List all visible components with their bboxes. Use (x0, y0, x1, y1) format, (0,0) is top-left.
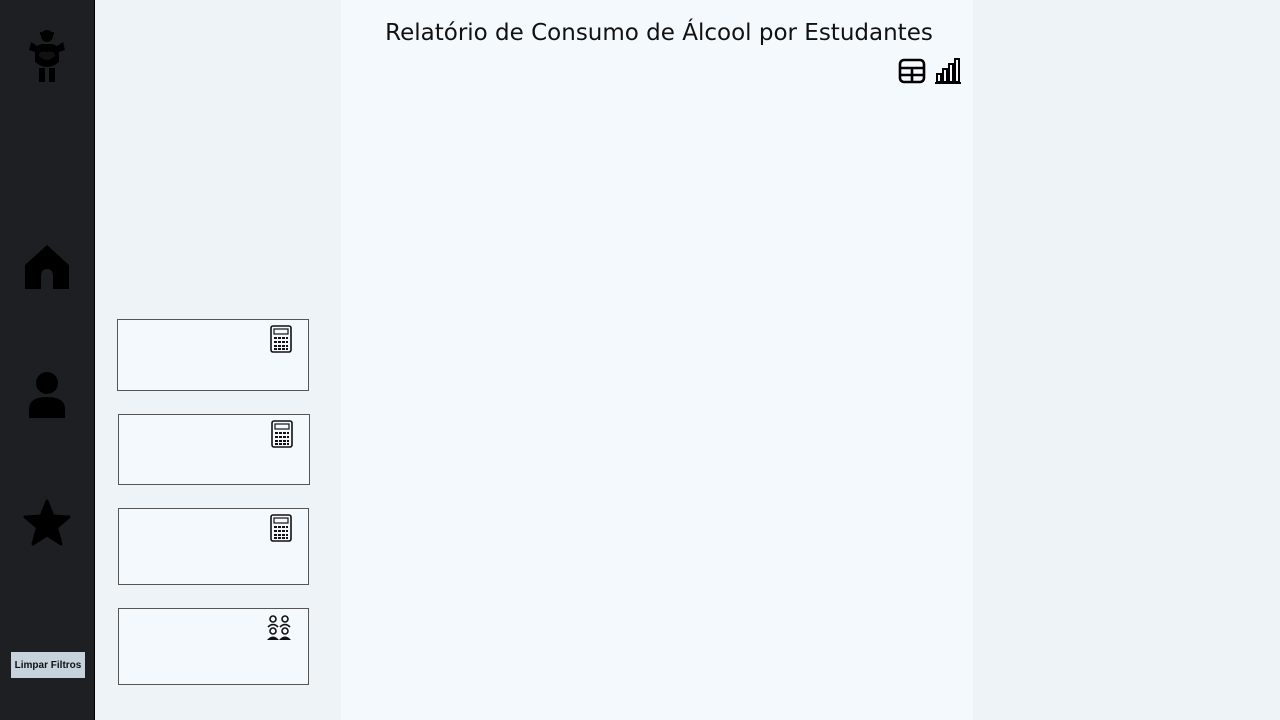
table-icon[interactable] (898, 57, 926, 90)
kpi-card-3[interactable] (118, 508, 309, 585)
person-icon[interactable] (0, 371, 94, 419)
star-icon[interactable] (0, 499, 94, 547)
kpi-card-2[interactable] (118, 414, 310, 485)
logo-icon (0, 28, 94, 84)
people-icon (266, 614, 292, 645)
home-icon[interactable] (0, 243, 94, 291)
calculator-icon (270, 514, 292, 547)
clear-filters-button[interactable]: Limpar Filtros (11, 652, 85, 678)
bar-chart-icon[interactable] (934, 57, 962, 90)
calculator-icon (271, 420, 293, 453)
right-panel (973, 0, 1280, 720)
calculator-icon (270, 325, 292, 358)
kpi-card-4[interactable] (118, 608, 309, 685)
kpi-card-1[interactable] (117, 319, 309, 391)
page-title: Relatório de Consumo de Álcool por Estud… (385, 20, 933, 46)
sidebar: Limpar Filtros (0, 0, 95, 720)
report-canvas: Relatório de Consumo de Álcool por Estud… (341, 0, 973, 720)
filter-panel (95, 0, 341, 720)
